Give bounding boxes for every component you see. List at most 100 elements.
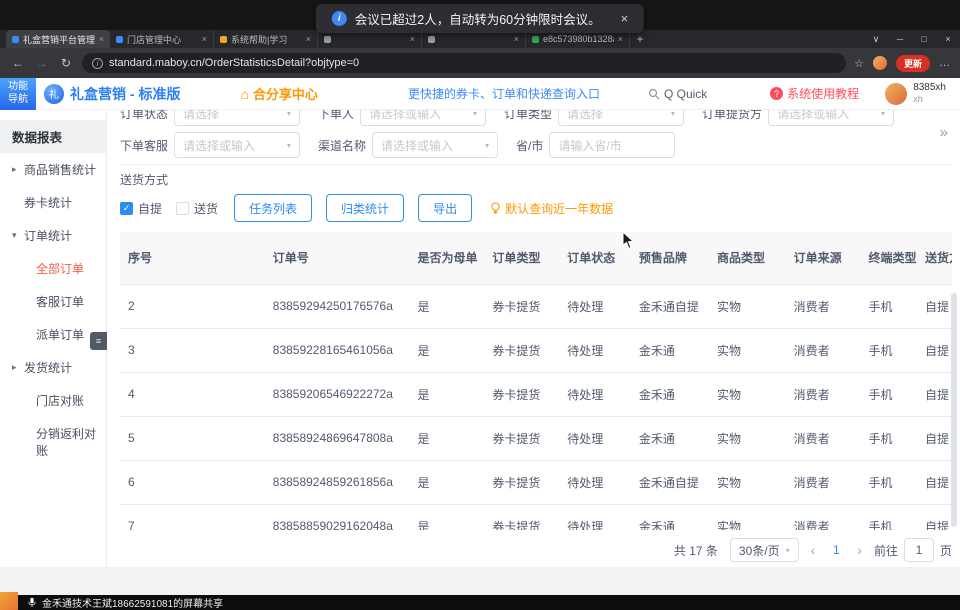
toolbar-button[interactable]: 导出 <box>418 194 472 222</box>
sidebar-item[interactable]: 分销返利对账 <box>0 417 106 467</box>
filter-select[interactable]: 请选择或输入 ▾ <box>174 132 300 158</box>
sidebar-item[interactable]: 门店对账 <box>0 384 106 417</box>
promo-link[interactable]: 更快捷的券卡、订单和快递查询入口 <box>408 85 600 102</box>
table-row[interactable]: 7 83858859029162048a 是 券卡提货 待处理 金禾通 实物 消… <box>120 504 952 530</box>
tab-close-icon[interactable]: × <box>618 34 623 44</box>
filter-select[interactable]: 请选择或输入 ▾ <box>372 132 498 158</box>
tab-search-icon[interactable]: ∨ <box>864 34 888 45</box>
filter-select[interactable]: 请选择或输入 ▾ <box>360 110 486 126</box>
column-header[interactable]: 订单号 <box>265 232 410 284</box>
participant-avatar[interactable] <box>0 592 18 610</box>
column-header[interactable]: 订单来源 <box>786 232 861 284</box>
sidebar-item-label: 客服订单 <box>36 293 84 310</box>
chevron-down-icon: ▾ <box>786 546 790 555</box>
column-header[interactable]: 商品类型 <box>709 232 786 284</box>
filter-select[interactable]: 请选择 ▾ <box>558 110 684 126</box>
filter-select[interactable]: 请选择或输入 ▾ <box>768 110 894 126</box>
cell-order-source: 消费者 <box>786 504 861 530</box>
toolbar-button[interactable]: 任务列表 <box>234 194 312 222</box>
url-field[interactable]: i standard.maboy.cn/OrderStatisticsDetai… <box>82 53 846 73</box>
cell-is-mother: 是 <box>410 416 485 460</box>
sidebar-item[interactable]: ▾ 订单统计 <box>0 219 106 252</box>
sidebar-collapse-handle[interactable]: ≡ <box>90 332 107 350</box>
next-page-button[interactable]: › <box>857 542 862 558</box>
browser-menu-icon[interactable]: … <box>939 57 950 69</box>
column-header[interactable]: 送货方式 <box>917 232 952 284</box>
forward-icon[interactable]: → <box>34 56 50 70</box>
browser-profile-avatar[interactable] <box>873 56 887 70</box>
cell-delivery-mode: 自提 <box>917 284 952 328</box>
column-header[interactable]: 是否为母单 <box>410 232 485 284</box>
cell-index: 6 <box>120 460 265 504</box>
tab-close-icon[interactable]: × <box>202 34 207 44</box>
table-row[interactable]: 4 83859206546922272a 是 券卡提货 待处理 金禾通 实物 消… <box>120 372 952 416</box>
browser-tab[interactable]: 门店管理中心 × <box>110 30 214 48</box>
home-icon: ⌂ <box>240 87 248 101</box>
function-nav-toggle[interactable]: 功能 导航 <box>0 78 36 110</box>
browser-tab[interactable]: 系统帮助|学习 × <box>214 30 318 48</box>
reload-icon[interactable]: ↻ <box>58 56 74 70</box>
sidebar-item[interactable]: 券卡统计 <box>0 186 106 219</box>
back-icon[interactable]: ← <box>10 56 26 70</box>
cell-goods-type: 实物 <box>709 328 786 372</box>
prev-page-button[interactable]: ‹ <box>811 542 816 558</box>
quick-search-link[interactable]: Q Quick <box>648 87 707 101</box>
filter-expand-button[interactable]: » <box>940 124 948 141</box>
page-size-select[interactable]: 30条/页 ▾ <box>730 538 799 562</box>
tab-close-icon[interactable]: × <box>306 34 311 44</box>
filter-select[interactable]: 请选择 ▾ <box>174 110 300 126</box>
user-menu[interactable]: 8385xh xh <box>885 82 946 105</box>
minimize-icon[interactable]: ─ <box>888 34 912 44</box>
tab-close-icon[interactable]: × <box>99 34 104 44</box>
sidebar-item[interactable]: 全部订单 <box>0 252 106 285</box>
cell-delivery-mode: 自提 <box>917 372 952 416</box>
microphone-icon[interactable] <box>28 597 36 608</box>
browser-tab[interactable]: 礼盒营销平台管理中心 × <box>6 30 110 48</box>
toast-text: 会议已超过2人，自动转为60分钟限时会议。 <box>355 9 601 28</box>
column-header[interactable]: 订单状态 <box>559 232 631 284</box>
table-row[interactable]: 5 83858924869647808a 是 券卡提货 待处理 金禾通 实物 消… <box>120 416 952 460</box>
goto-page-input[interactable] <box>904 538 934 562</box>
sidebar-item[interactable]: 客服订单 <box>0 285 106 318</box>
delivery-checkbox[interactable]: ✓ 送货 <box>176 200 218 217</box>
page-number-button[interactable]: 1 <box>827 543 845 557</box>
column-header[interactable]: 订单类型 <box>484 232 559 284</box>
bookmark-star-icon[interactable]: ☆ <box>854 57 864 70</box>
sidebar-item[interactable]: ▸ 商品销售统计 <box>0 153 106 186</box>
delivery-checkboxes: ✓ 自提 ✓ 送货 <box>120 200 218 217</box>
filter-select[interactable]: 请输入省/市 ▾ <box>549 132 675 158</box>
table-scrollbar[interactable] <box>951 293 957 527</box>
cell-order-source: 消费者 <box>786 328 861 372</box>
tab-close-icon[interactable]: × <box>514 34 519 44</box>
cell-order-status: 待处理 <box>559 328 631 372</box>
maximize-icon[interactable]: □ <box>912 34 936 44</box>
browser-update-button[interactable]: 更新 <box>896 55 930 72</box>
tab-close-icon[interactable]: × <box>410 34 415 44</box>
column-header[interactable]: 序号 <box>120 232 265 284</box>
sidebar-item-label: 全部订单 <box>36 260 84 277</box>
column-header[interactable]: 终端类型 <box>860 232 917 284</box>
tab-label: 系统帮助|学习 <box>231 33 302 46</box>
cell-order-number: 83858924869647808a <box>265 416 410 460</box>
chevron-down-icon: ▾ <box>485 141 489 150</box>
sidebar-item-label: 订单统计 <box>24 227 72 244</box>
tab-favicon <box>532 36 539 43</box>
tab-favicon <box>428 36 435 43</box>
cell-order-type: 券卡提货 <box>484 372 559 416</box>
chevron-down-icon: ▾ <box>473 110 477 118</box>
table-row[interactable]: 2 83859294250176576a 是 券卡提货 待处理 金禾通自提 实物… <box>120 284 952 328</box>
tutorial-link[interactable]: ? 系统使用教程 <box>770 85 859 102</box>
toolbar-button[interactable]: 归类统计 <box>326 194 404 222</box>
delivery-checkbox[interactable]: ✓ 自提 <box>120 200 162 217</box>
toast-close-icon[interactable]: × <box>621 11 629 26</box>
close-icon[interactable]: × <box>936 34 960 44</box>
cell-index: 5 <box>120 416 265 460</box>
table-row[interactable]: 3 83859228165461056a 是 券卡提货 待处理 金禾通 实物 消… <box>120 328 952 372</box>
filter-label: 省/市 <box>516 137 543 154</box>
tab-label: e8c573980b1328a258fd2e6 <box>543 34 614 44</box>
site-info-icon[interactable]: i <box>92 58 103 69</box>
table-row[interactable]: 6 83858924859261856a 是 券卡提货 待处理 金禾通自提 实物… <box>120 460 952 504</box>
column-header[interactable]: 预售品牌 <box>631 232 709 284</box>
share-center-link[interactable]: ⌂ 合分享中心 <box>240 84 317 103</box>
sidebar-item[interactable]: ▸ 发货统计 <box>0 351 106 384</box>
